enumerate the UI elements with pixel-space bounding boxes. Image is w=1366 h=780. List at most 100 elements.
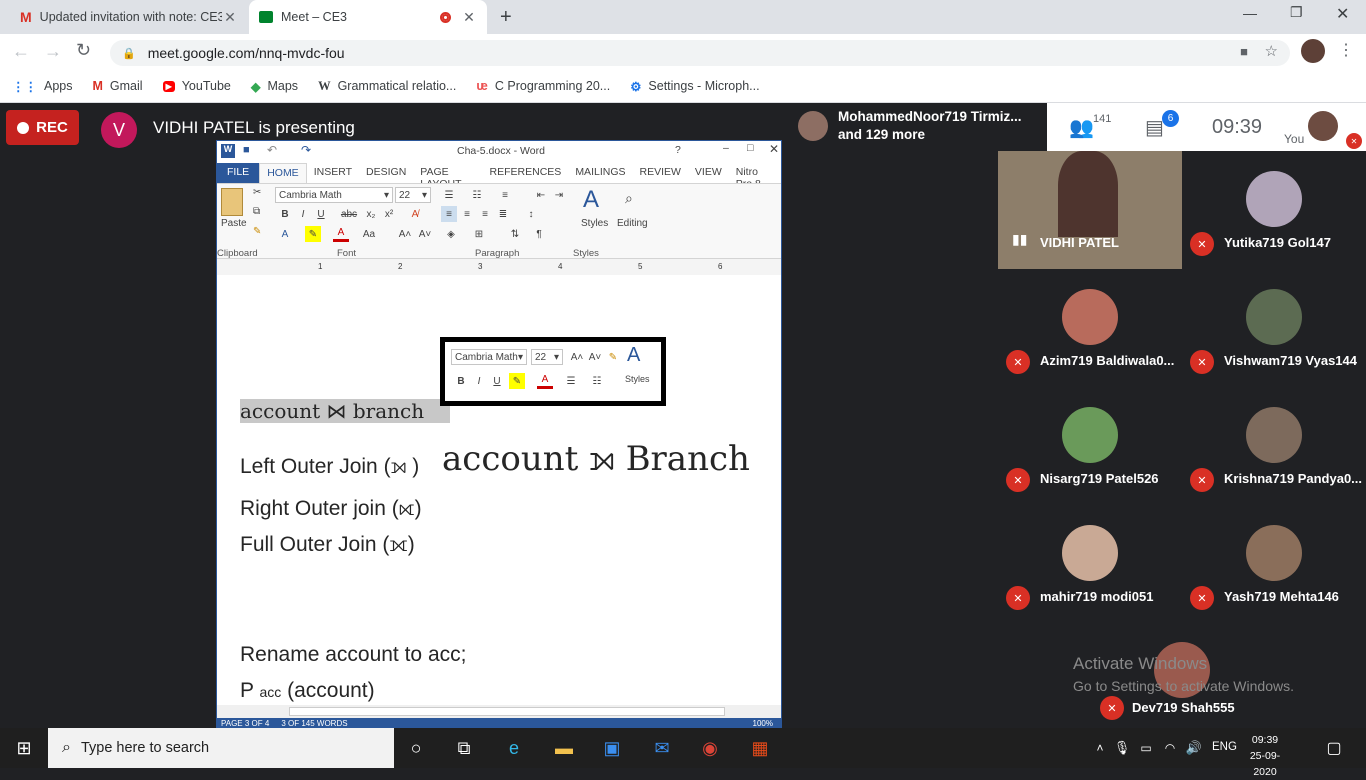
mini-size-select[interactable]: 22 ▾ bbox=[531, 349, 563, 365]
tab-home[interactable]: HOME bbox=[259, 163, 307, 183]
participant-tile[interactable]: ✕ Krishna719 Pandya0... bbox=[1182, 387, 1366, 505]
maximize-icon[interactable]: □ bbox=[747, 142, 753, 154]
clear-formatting-icon[interactable]: A̸ bbox=[407, 206, 423, 222]
tab-insert[interactable]: INSERT bbox=[307, 163, 359, 183]
mail-icon[interactable]: ✉ bbox=[650, 736, 674, 760]
participant-tile[interactable]: ✕ Yash719 Mehta146 bbox=[1182, 505, 1366, 623]
font-color-icon[interactable]: A bbox=[537, 373, 553, 389]
menu-kebab-icon[interactable]: ⋮ bbox=[1338, 40, 1354, 60]
highlight-icon[interactable]: ✎ bbox=[509, 373, 525, 389]
tab-design[interactable]: DESIGN bbox=[359, 163, 413, 183]
notifications-icon[interactable]: ▢ bbox=[1322, 736, 1346, 760]
zoom-level[interactable]: 100% bbox=[753, 719, 773, 728]
bullets-icon[interactable]: ☰ bbox=[441, 187, 457, 203]
align-left-icon[interactable]: ≡ bbox=[441, 206, 457, 222]
edge-icon[interactable]: e bbox=[502, 736, 526, 760]
scroll-thumb[interactable] bbox=[289, 707, 725, 716]
participant-tile[interactable]: ✕ Vishwam719 Vyas144 bbox=[1182, 269, 1366, 387]
participant-tile[interactable]: ✕ mahir719 modi051 bbox=[998, 505, 1182, 623]
horizontal-scrollbar[interactable] bbox=[217, 705, 781, 718]
tab-page-layout[interactable]: PAGE LAYOUT bbox=[413, 163, 482, 190]
participant-tile[interactable]: ✕ Yutika719 Gol147 bbox=[1182, 151, 1366, 269]
profile-avatar[interactable] bbox=[1301, 39, 1325, 63]
tab-mailings[interactable]: MAILINGS bbox=[568, 163, 632, 183]
bullets-icon[interactable]: ☰ bbox=[563, 373, 579, 389]
language-indicator[interactable]: ENG bbox=[1212, 741, 1237, 753]
tray-chevron-icon[interactable]: ˄ bbox=[1088, 736, 1112, 760]
close-icon[interactable]: ✕ bbox=[769, 142, 779, 156]
task-view-icon[interactable]: ⧉ bbox=[452, 736, 476, 760]
increase-indent-icon[interactable]: ⇥ bbox=[551, 187, 567, 203]
bookmark-maps[interactable]: ◆ Maps bbox=[251, 79, 298, 94]
minimize-icon[interactable]: — bbox=[1243, 5, 1257, 21]
italic-button[interactable]: I bbox=[295, 206, 311, 222]
chrome-icon[interactable]: ◉ bbox=[698, 736, 722, 760]
line-spacing-icon[interactable]: ↕ bbox=[523, 206, 539, 222]
battery-icon[interactable]: ▭ bbox=[1134, 736, 1158, 760]
bookmark-apps[interactable]: ⋮⋮ Apps bbox=[12, 79, 73, 94]
volume-icon[interactable]: 🔊 bbox=[1182, 736, 1206, 760]
star-icon[interactable]: ☆ bbox=[1265, 42, 1278, 60]
window-close-icon[interactable]: ✕ bbox=[1336, 4, 1349, 24]
shrink-font-icon[interactable]: A˅ bbox=[417, 226, 433, 242]
numbering-icon[interactable]: ☷ bbox=[469, 187, 485, 203]
font-name-select[interactable]: Cambria Math ▾ bbox=[275, 187, 393, 203]
tab-references[interactable]: REFERENCES bbox=[483, 163, 569, 183]
tab-review[interactable]: REVIEW bbox=[633, 163, 688, 183]
tab-view[interactable]: VIEW bbox=[688, 163, 729, 183]
tab-file[interactable]: FILE bbox=[217, 163, 260, 183]
bold-button[interactable]: B bbox=[277, 206, 293, 222]
reload-icon[interactable]: ↻ bbox=[76, 40, 91, 61]
shrink-font-icon[interactable]: A˅ bbox=[587, 349, 603, 365]
italic-button[interactable]: I bbox=[471, 373, 487, 389]
font-size-select[interactable]: 22 ▾ bbox=[395, 187, 431, 203]
redo-icon[interactable]: ↷ bbox=[301, 143, 311, 157]
format-painter-icon[interactable]: ✎ bbox=[605, 349, 621, 365]
cortana-icon[interactable]: ○ bbox=[404, 736, 428, 760]
back-arrow-icon[interactable]: ← bbox=[12, 41, 30, 62]
new-tab-button[interactable]: + bbox=[500, 6, 512, 29]
participant-tile-presenter[interactable]: ▮▮ VIDHI PATEL bbox=[998, 151, 1182, 269]
binoculars-icon[interactable]: ⌕ bbox=[625, 190, 633, 207]
grow-font-icon[interactable]: A˄ bbox=[569, 349, 585, 365]
change-case-icon[interactable]: Aa bbox=[361, 226, 377, 242]
store-icon[interactable]: ▣ bbox=[600, 736, 624, 760]
close-icon[interactable]: ✕ bbox=[461, 9, 477, 26]
forward-arrow-icon[interactable]: → bbox=[44, 41, 62, 62]
tab-gmail[interactable]: M Updated invitation with note: CE3 ✕ bbox=[10, 0, 248, 34]
underline-button[interactable]: U bbox=[313, 206, 329, 222]
microphone-icon[interactable]: 🎙 bbox=[1110, 736, 1134, 760]
file-explorer-icon[interactable]: ▬ bbox=[552, 736, 576, 760]
address-bar[interactable]: 🔒 meet.google.com/nnq-mvdc-fou ■ ☆ bbox=[110, 40, 1290, 66]
tab-meet[interactable]: Meet – CE3 ✕ bbox=[249, 0, 487, 34]
bookmark-wikipedia[interactable]: W Grammatical relatio... bbox=[318, 79, 456, 94]
minimize-icon[interactable]: – bbox=[723, 142, 729, 154]
sort-icon[interactable]: ⇅ bbox=[507, 226, 523, 242]
help-button[interactable]: ? bbox=[675, 144, 681, 156]
underline-button[interactable]: U bbox=[489, 373, 505, 389]
wifi-icon[interactable]: ◠ bbox=[1158, 736, 1182, 760]
grow-font-icon[interactable]: A˄ bbox=[397, 226, 413, 242]
participant-tile[interactable]: ✕ Nisarg719 Patel526 bbox=[998, 387, 1182, 505]
mini-font-select[interactable]: Cambria Math ▾ bbox=[451, 349, 527, 365]
cut-icon[interactable]: ✂ bbox=[253, 187, 261, 198]
styles-icon[interactable]: A bbox=[627, 344, 640, 367]
numbering-icon[interactable]: ☷ bbox=[589, 373, 605, 389]
strikethrough-button[interactable]: abc bbox=[341, 206, 357, 222]
call-participants-summary[interactable]: MohammedNoor719 Tirmiz... and 129 more bbox=[790, 103, 1047, 149]
highlight-icon[interactable]: ✎ bbox=[305, 226, 321, 242]
tab-nitro[interactable]: Nitro Pro 8 bbox=[729, 163, 781, 190]
editing-label[interactable]: Editing bbox=[617, 218, 648, 229]
show-marks-icon[interactable]: ¶ bbox=[531, 226, 547, 242]
camera-icon[interactable]: ■ bbox=[1240, 44, 1248, 59]
text-effects-icon[interactable]: A bbox=[277, 226, 293, 242]
taskbar-search[interactable]: ⌕ Type here to search bbox=[48, 728, 394, 768]
undo-icon[interactable]: ↶ bbox=[267, 143, 277, 157]
close-icon[interactable]: ✕ bbox=[222, 9, 238, 26]
app-icon[interactable]: ▦ bbox=[748, 736, 772, 760]
shading-icon[interactable]: ◈ bbox=[443, 226, 459, 242]
bookmark-settings[interactable]: ⚙ Settings - Microph... bbox=[630, 79, 759, 94]
styles-label[interactable]: Styles bbox=[581, 218, 608, 229]
borders-icon[interactable]: ⊞ bbox=[471, 226, 487, 242]
align-right-icon[interactable]: ≡ bbox=[477, 206, 493, 222]
